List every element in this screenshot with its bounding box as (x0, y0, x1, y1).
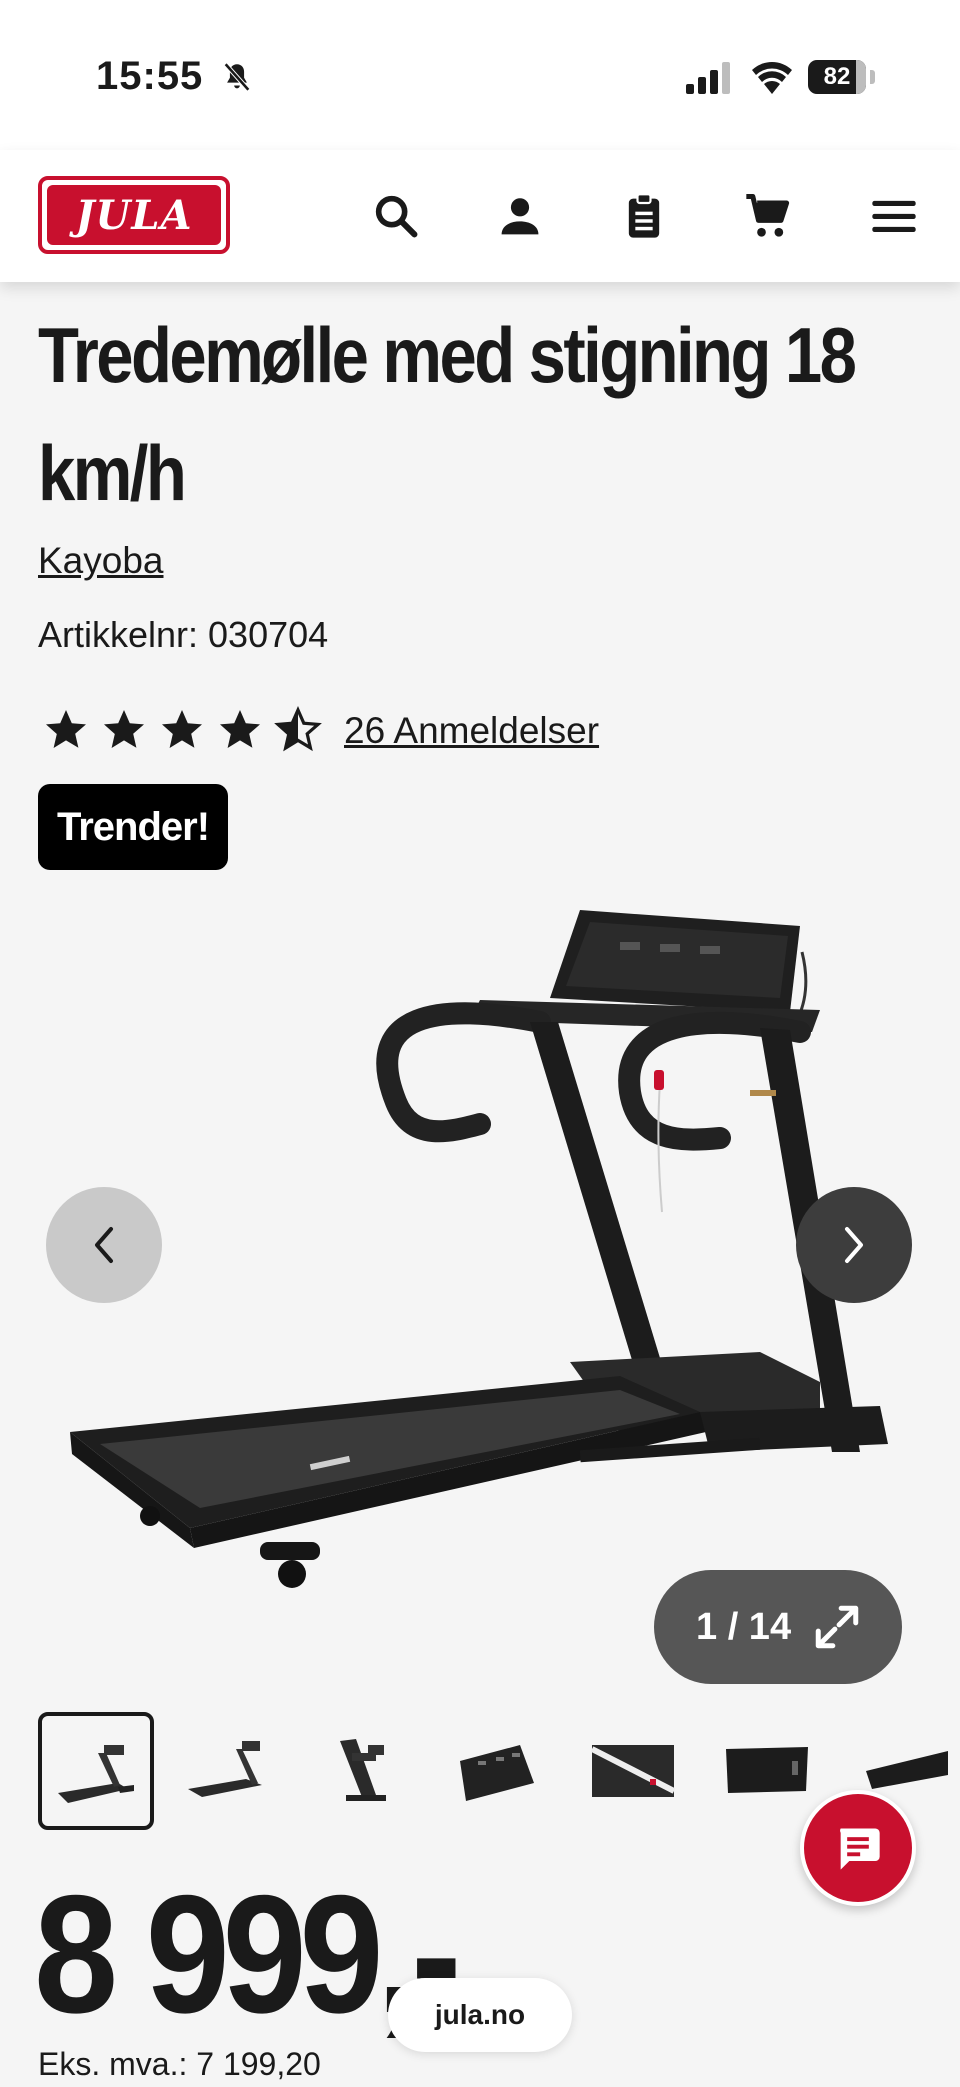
gallery-counter: 1 / 14 (696, 1605, 792, 1648)
status-bar: 15:55 82 (0, 0, 960, 150)
price-ex-vat: Eks. mva.: 7 199,20 (38, 2046, 321, 2082)
menu-icon[interactable] (868, 190, 920, 242)
battery-level-text: 82 (823, 63, 851, 90)
chat-button[interactable] (800, 1790, 916, 1906)
thumbnail-1[interactable] (38, 1712, 154, 1830)
thumbnail-5[interactable] (574, 1712, 690, 1830)
thumbnail-4[interactable] (440, 1712, 556, 1830)
reviews-link[interactable]: 26 Anmeldelser (344, 710, 599, 752)
clipboard-list-icon[interactable] (618, 190, 670, 242)
brand-link[interactable]: Kayoba (38, 540, 164, 582)
chat-icon (840, 1828, 880, 1870)
logo-text: JULA (75, 191, 193, 239)
jula-logo[interactable]: JULA (38, 176, 230, 254)
account-icon[interactable] (494, 190, 546, 242)
star-half-icon (274, 706, 322, 752)
thumbnail-3[interactable] (306, 1712, 422, 1830)
wifi-icon (752, 62, 792, 94)
thumbnail-2[interactable] (172, 1712, 288, 1830)
star-full-icon (220, 710, 260, 748)
browser-url-pill[interactable]: jula.no (388, 1978, 572, 2052)
gallery-fullscreen-button[interactable]: 1 / 14 (654, 1570, 902, 1684)
cellular-signal-icon (686, 62, 730, 94)
bell-muted-icon (223, 62, 251, 92)
star-full-icon (104, 710, 144, 748)
gallery-next-button[interactable] (796, 1187, 912, 1303)
star-full-icon (162, 710, 202, 748)
treadmill-product-image[interactable] (60, 892, 900, 1612)
product-title: Tredemølle med stigning 18 km/h (38, 311, 857, 517)
cart-icon[interactable] (742, 190, 794, 242)
thumbnail-6[interactable] (708, 1712, 824, 1830)
trend-badge: Trender! (38, 784, 228, 870)
chevron-right-icon (845, 1227, 863, 1263)
status-time: 15:55 (96, 54, 204, 98)
site-header: JULA (0, 150, 960, 282)
expand-icon (815, 1605, 859, 1649)
battery-indicator: 82 (808, 60, 876, 94)
star-full-icon (46, 710, 86, 748)
rating-stars (42, 706, 322, 754)
search-icon[interactable] (370, 190, 422, 242)
gallery-prev-button[interactable] (46, 1187, 162, 1303)
article-number: Artikkelnr: 030704 (38, 614, 329, 655)
chevron-left-icon (95, 1227, 113, 1263)
